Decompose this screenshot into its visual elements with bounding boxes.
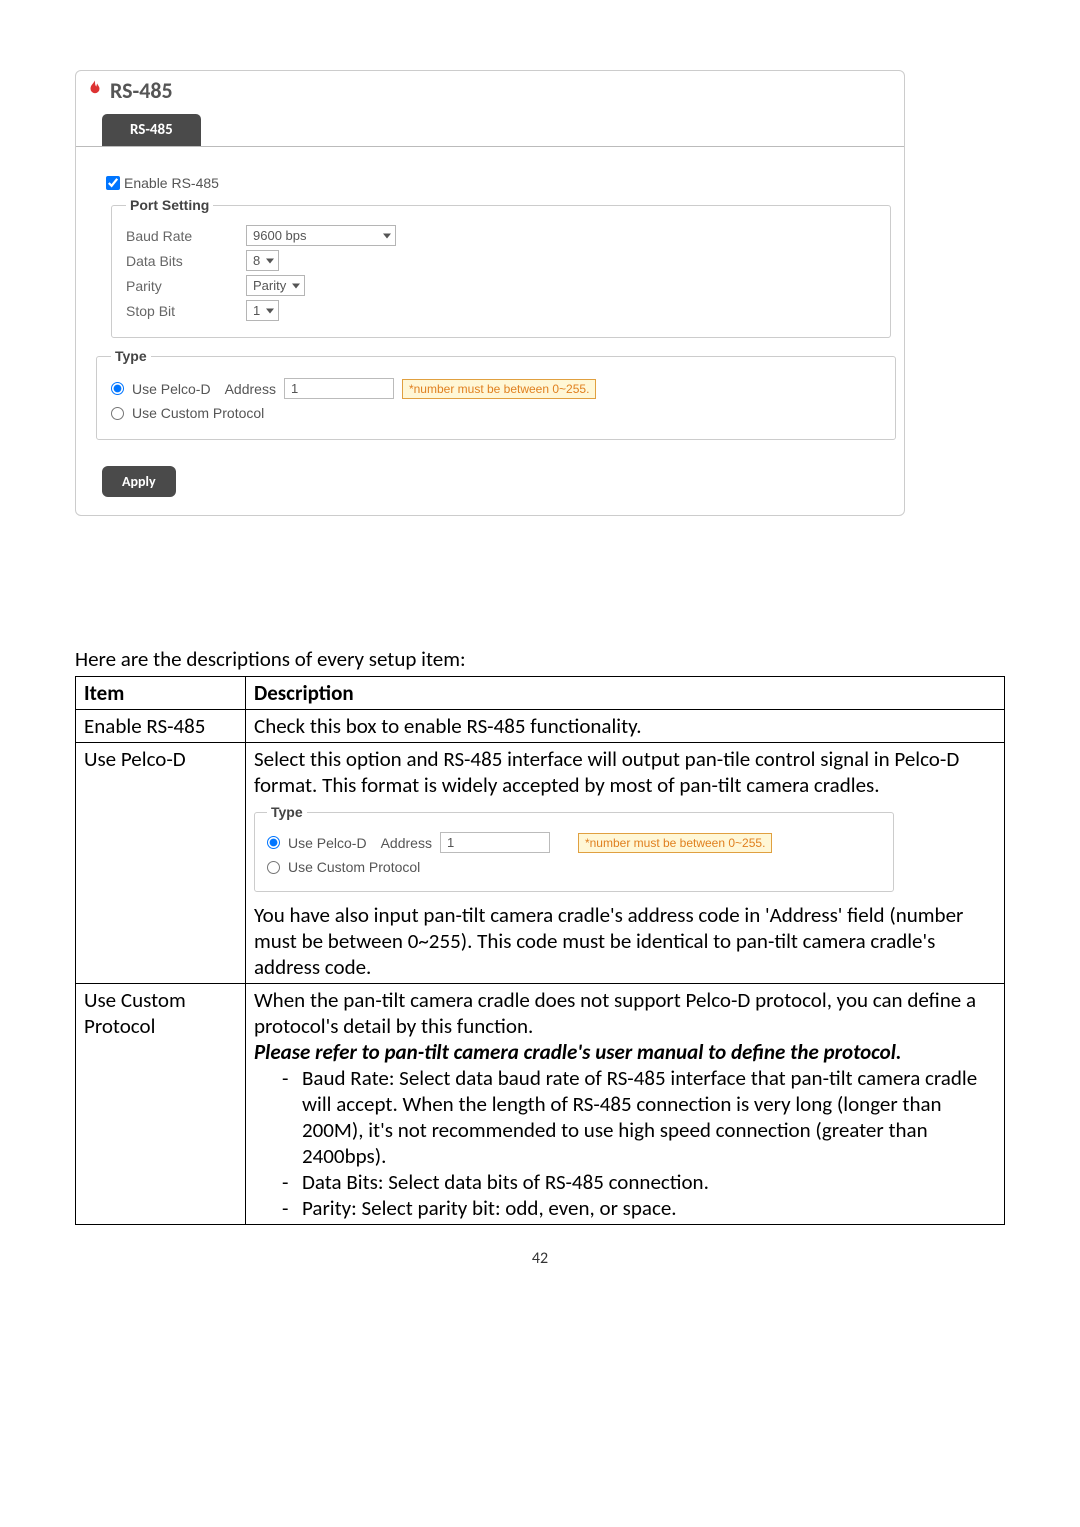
address-label: Address (225, 381, 276, 397)
data-bits-label: Data Bits (126, 253, 246, 269)
item-cell: Use Pelco-D (76, 743, 246, 984)
desc-emphasis: Please refer to pan-tilt camera cradle's… (254, 1039, 996, 1065)
flame-icon (86, 79, 104, 102)
parity-label: Parity (126, 278, 246, 294)
item-cell: Enable RS-485 (76, 710, 246, 743)
header-description: Description (246, 677, 1005, 710)
parity-value: Parity (253, 278, 286, 293)
desc-cell: Check this box to enable RS-485 function… (246, 710, 1005, 743)
use-custom-protocol-label: Use Custom Protocol (132, 405, 264, 421)
address-warning: *number must be between 0~255. (402, 379, 596, 399)
port-setting-fieldset: Port Setting Baud Rate 9600 bps Data Bit… (111, 197, 891, 338)
chevron-down-icon (292, 283, 300, 288)
port-setting-legend: Port Setting (126, 197, 213, 213)
panel-title: RS-485 (110, 77, 173, 104)
stop-bit-value: 1 (253, 303, 260, 318)
desc-cell: When the pan-tilt camera cradle does not… (246, 984, 1005, 1225)
type-fieldset: Type Use Pelco-D Address *number must be… (96, 348, 896, 440)
use-custom-protocol-radio[interactable] (111, 407, 124, 420)
inner-use-pelco-d-label: Use Pelco-D (288, 835, 367, 851)
inner-address-warning: *number must be between 0~255. (578, 833, 772, 853)
inner-use-custom-protocol-radio[interactable] (267, 861, 280, 874)
desc-paragraph: When the pan-tilt camera cradle does not… (254, 987, 996, 1039)
page-number: 42 (75, 1249, 1005, 1268)
desc-cell: Select this option and RS-485 interface … (246, 743, 1005, 984)
list-item: Parity: Select parity bit: odd, even, or… (282, 1195, 996, 1221)
enable-rs485-checkbox[interactable] (106, 176, 120, 190)
desc-paragraph: You have also input pan-tilt camera crad… (254, 902, 996, 980)
data-bits-select[interactable]: 8 (246, 250, 279, 271)
use-pelco-d-label: Use Pelco-D (132, 381, 211, 397)
inner-use-custom-protocol-label: Use Custom Protocol (288, 859, 420, 875)
table-row: Enable RS-485 Check this box to enable R… (76, 710, 1005, 743)
table-row: Use Custom Protocol When the pan-tilt ca… (76, 984, 1005, 1225)
chevron-down-icon (266, 258, 274, 263)
stop-bit-label: Stop Bit (126, 303, 246, 319)
enable-rs485-label: Enable RS-485 (124, 175, 219, 191)
baud-rate-value: 9600 bps (253, 228, 307, 243)
rs485-config-panel: RS-485 RS-485 Enable RS-485 Port Setting… (75, 70, 905, 516)
data-bits-value: 8 (253, 253, 260, 268)
type-legend: Type (111, 348, 151, 364)
tab-bar: RS-485 (76, 114, 904, 147)
chevron-down-icon (383, 233, 391, 238)
apply-button[interactable]: Apply (102, 466, 176, 497)
inner-type-fieldset: Type Use Pelco-D Address *number must be… (254, 804, 894, 892)
item-cell: Use Custom Protocol (76, 984, 246, 1225)
parity-select[interactable]: Parity (246, 275, 305, 296)
header-item: Item (76, 677, 246, 710)
stop-bit-select[interactable]: 1 (246, 300, 279, 321)
tab-rs485[interactable]: RS-485 (102, 114, 201, 146)
baud-rate-label: Baud Rate (126, 228, 246, 244)
desc-paragraph: Select this option and RS-485 interface … (254, 746, 996, 798)
inner-type-legend: Type (267, 804, 307, 820)
description-table: Item Description Enable RS-485 Check thi… (75, 676, 1005, 1225)
baud-rate-select[interactable]: 9600 bps (246, 225, 396, 246)
intro-text: Here are the descriptions of every setup… (75, 646, 1005, 672)
panel-header: RS-485 (76, 71, 904, 108)
chevron-down-icon (266, 308, 274, 313)
list-item: Baud Rate: Select data baud rate of RS-4… (282, 1065, 996, 1169)
desc-bullet-list: Baud Rate: Select data baud rate of RS-4… (254, 1065, 996, 1221)
inner-address-input[interactable] (440, 832, 550, 853)
list-item: Data Bits: Select data bits of RS-485 co… (282, 1169, 996, 1195)
address-input[interactable] (284, 378, 394, 399)
use-pelco-d-radio[interactable] (111, 382, 124, 395)
inner-use-pelco-d-radio[interactable] (267, 836, 280, 849)
inner-address-label: Address (381, 835, 432, 851)
table-row: Use Pelco-D Select this option and RS-48… (76, 743, 1005, 984)
